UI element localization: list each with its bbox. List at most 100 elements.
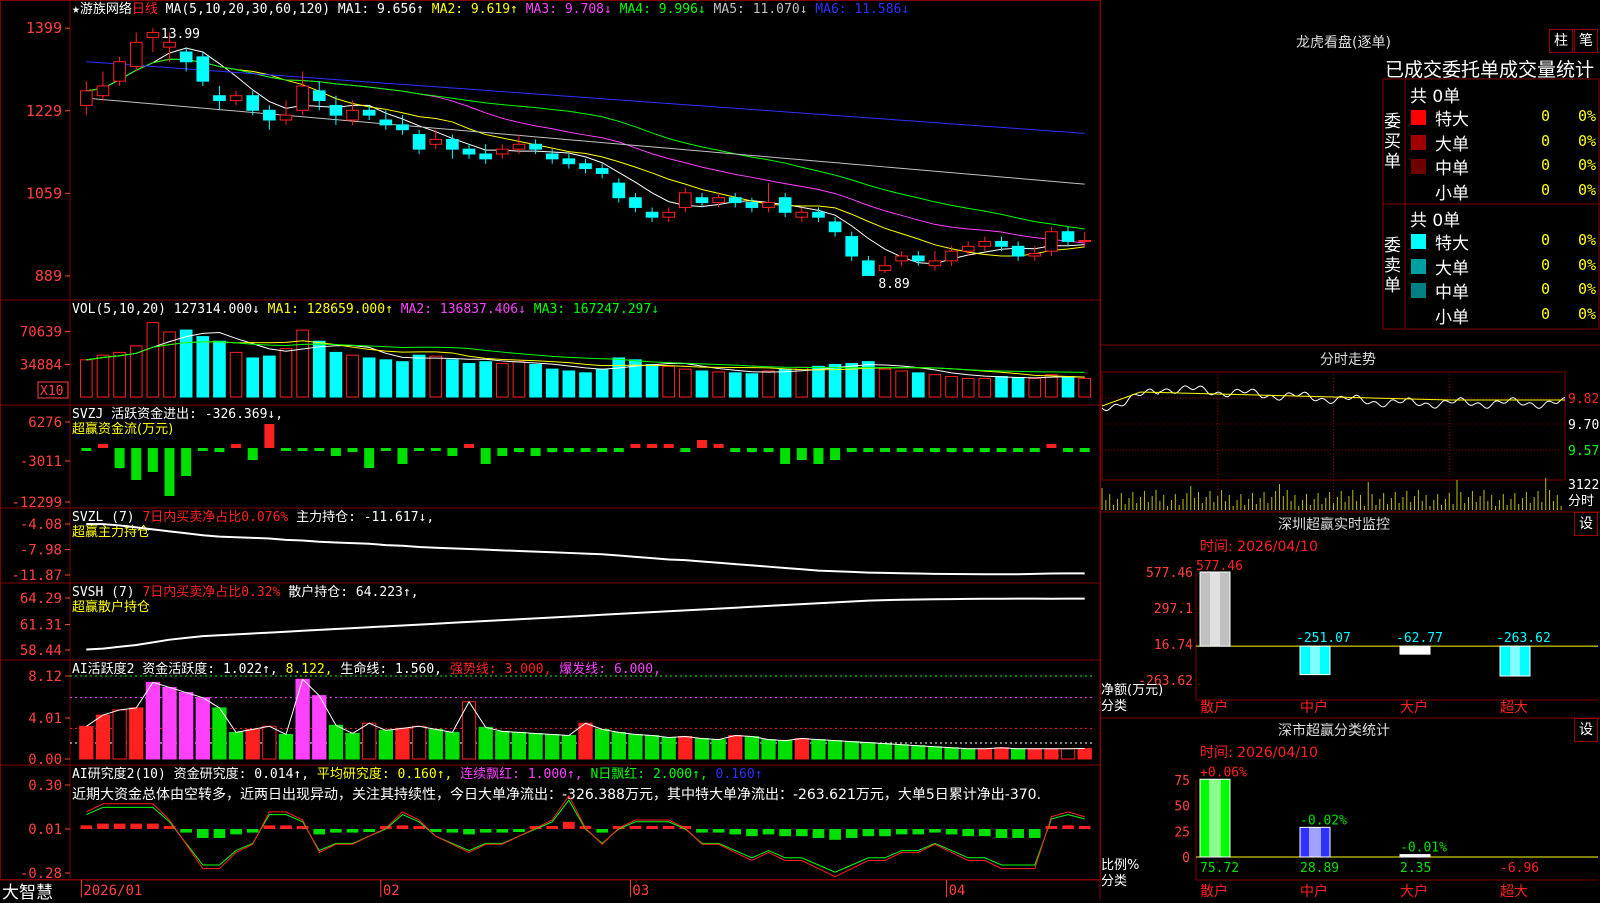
fund-flow-bar — [680, 448, 691, 452]
ma-line — [86, 58, 1085, 257]
fund-flow-bar — [231, 444, 242, 448]
research-bar — [396, 825, 409, 829]
order-size-label: 大单 — [1435, 134, 1469, 155]
monitor-category: 中户 — [1300, 699, 1328, 716]
svzl-axis-label: -4.08 — [20, 517, 62, 533]
candle-body — [862, 260, 875, 276]
header-part: 7日内买卖净占比0.076% — [135, 509, 289, 525]
research-bar — [563, 821, 575, 829]
svzj-header: SVZJ 活跃资金进出: -326.369↓, — [72, 406, 283, 422]
monitor-settings-button[interactable]: 设 — [1574, 512, 1598, 536]
ai1-axis-label: 4.01 — [28, 711, 62, 727]
candle-body — [1078, 239, 1092, 242]
header-part: N日飘红: 2.000↑, — [583, 766, 708, 782]
research-bar — [979, 829, 991, 837]
volume-bar — [595, 368, 609, 398]
research-bar — [912, 829, 925, 835]
price-header: ★游族网络日线 MA(5,10,20,30,60,120) MA1: 9.656… — [72, 1, 909, 17]
classify-settings-button[interactable]: 设 — [1574, 718, 1598, 742]
volume-bar — [679, 368, 692, 398]
candle-body — [995, 240, 1008, 247]
research-bar — [746, 829, 758, 837]
candle-body — [163, 41, 176, 48]
research-line — [86, 799, 1085, 873]
research-bar — [147, 823, 159, 829]
volume-bar — [1011, 376, 1025, 398]
svzl-axis-label: -7.98 — [20, 543, 62, 559]
fund-flow-bar — [164, 448, 175, 496]
candle-body — [762, 202, 775, 208]
research-bar — [463, 829, 475, 835]
header-part: MA1: 128659.000↑ — [260, 302, 393, 317]
monitor-bar-label: -251.07 — [1296, 631, 1351, 646]
volume-bar — [961, 377, 975, 398]
volume-bar — [246, 357, 260, 398]
research-bar — [213, 829, 226, 838]
monitor-category: 超大 — [1500, 700, 1528, 716]
volume-bar — [812, 365, 825, 398]
activity-bar — [628, 733, 643, 760]
volume-bar — [1028, 377, 1042, 398]
candle-body — [545, 153, 559, 160]
fund-flow-bar — [131, 448, 142, 480]
research-bar — [945, 829, 958, 835]
header-part: 连续飘红: 1.000↑, — [452, 766, 582, 782]
candle-body — [745, 202, 759, 208]
retail-line — [86, 597, 1085, 651]
intraday-vol-axis: 3122 — [1568, 478, 1599, 493]
ai2-header: AI研究度2(10) 资金研究度: 0.014↑, 平均研究度: 0.160↑,… — [72, 766, 763, 782]
volume-bar — [479, 361, 492, 398]
fund-flow-bar — [380, 448, 391, 451]
candle-body — [96, 85, 110, 97]
candle-body — [978, 240, 992, 247]
header-part: MA6: 11.586↓ — [807, 2, 909, 17]
brand-logo: 大智慧 — [2, 883, 53, 903]
tick-view-button[interactable]: 笔 — [1574, 29, 1598, 53]
activity-bar — [994, 747, 1009, 760]
fund-flow-bar — [1079, 448, 1090, 452]
activity-bar — [644, 734, 660, 760]
candle-body — [495, 148, 509, 155]
column-view-button[interactable]: 柱 — [1549, 29, 1573, 53]
svzl-subtitle: 超赢主力持仓 — [72, 524, 150, 540]
intraday-title: 分时走势 — [1320, 352, 1376, 368]
monitor-bar-shine — [1510, 646, 1520, 677]
buy-orders-label: 委买单 — [1384, 112, 1401, 172]
classify-category: 大户 — [1400, 883, 1428, 900]
candle-body — [712, 197, 725, 204]
fund-flow-bar — [830, 448, 841, 460]
activity-bar — [278, 733, 294, 760]
activity-bar — [694, 738, 710, 760]
fund-flow-bar — [647, 444, 658, 448]
candle-body — [562, 158, 576, 165]
svsh-axis-label: 64.29 — [20, 591, 62, 607]
fund-flow-bar — [563, 448, 574, 452]
research-bar — [1078, 826, 1091, 829]
fund-flow-bar — [613, 448, 624, 452]
volume-bar — [179, 329, 193, 398]
header-part: MA1: 9.656↑ — [330, 2, 424, 17]
volume-bar — [296, 329, 309, 398]
fund-flow-bar — [513, 448, 524, 452]
volume-bar — [1045, 374, 1058, 398]
monitor-axis-label: 16.74 — [1154, 638, 1193, 653]
classify-value: 75.72 — [1200, 861, 1239, 876]
legend-swatch — [1411, 159, 1426, 174]
candle-body — [928, 260, 942, 267]
header-part: 7日内买卖净占比0.32% — [135, 584, 281, 600]
research-bar — [812, 829, 825, 838]
fund-flow-bar — [530, 448, 541, 456]
ma-line — [86, 58, 1085, 230]
research-bar — [363, 829, 376, 832]
svzl-header: SVZL (7) 7日内买卖净占比0.076% 主力持仓: -11.617↓, — [72, 509, 434, 525]
monitor-title: 深圳超赢实时监控 — [1278, 517, 1390, 533]
intraday-axis-label: 9.57 — [1568, 444, 1599, 459]
fund-flow-bar — [780, 448, 791, 464]
research-bar — [995, 829, 1008, 838]
classify-category: 中户 — [1300, 883, 1328, 900]
activity-bar — [511, 731, 527, 760]
research-line-2 — [86, 794, 1085, 878]
svsh-subtitle: 超赢散户持仓 — [72, 599, 150, 615]
volume-bar — [146, 322, 160, 398]
header-part: 127314.000↓ — [166, 302, 260, 317]
